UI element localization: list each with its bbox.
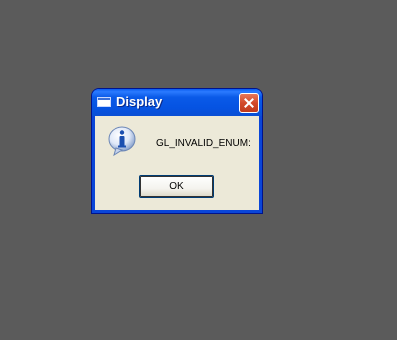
dialog-titlebar[interactable]: Display [92,89,262,116]
close-button[interactable] [239,93,259,113]
information-icon [108,126,136,157]
window-icon [97,97,111,107]
ok-button[interactable]: OK [139,175,214,198]
dialog-message: GL_INVALID_ENUM: [156,138,251,149]
desktop-background: Display GL_INVALID_ENUM: OK [0,0,397,340]
dialog-title: Display [116,94,163,109]
message-dialog: Display GL_INVALID_ENUM: OK [92,89,262,213]
